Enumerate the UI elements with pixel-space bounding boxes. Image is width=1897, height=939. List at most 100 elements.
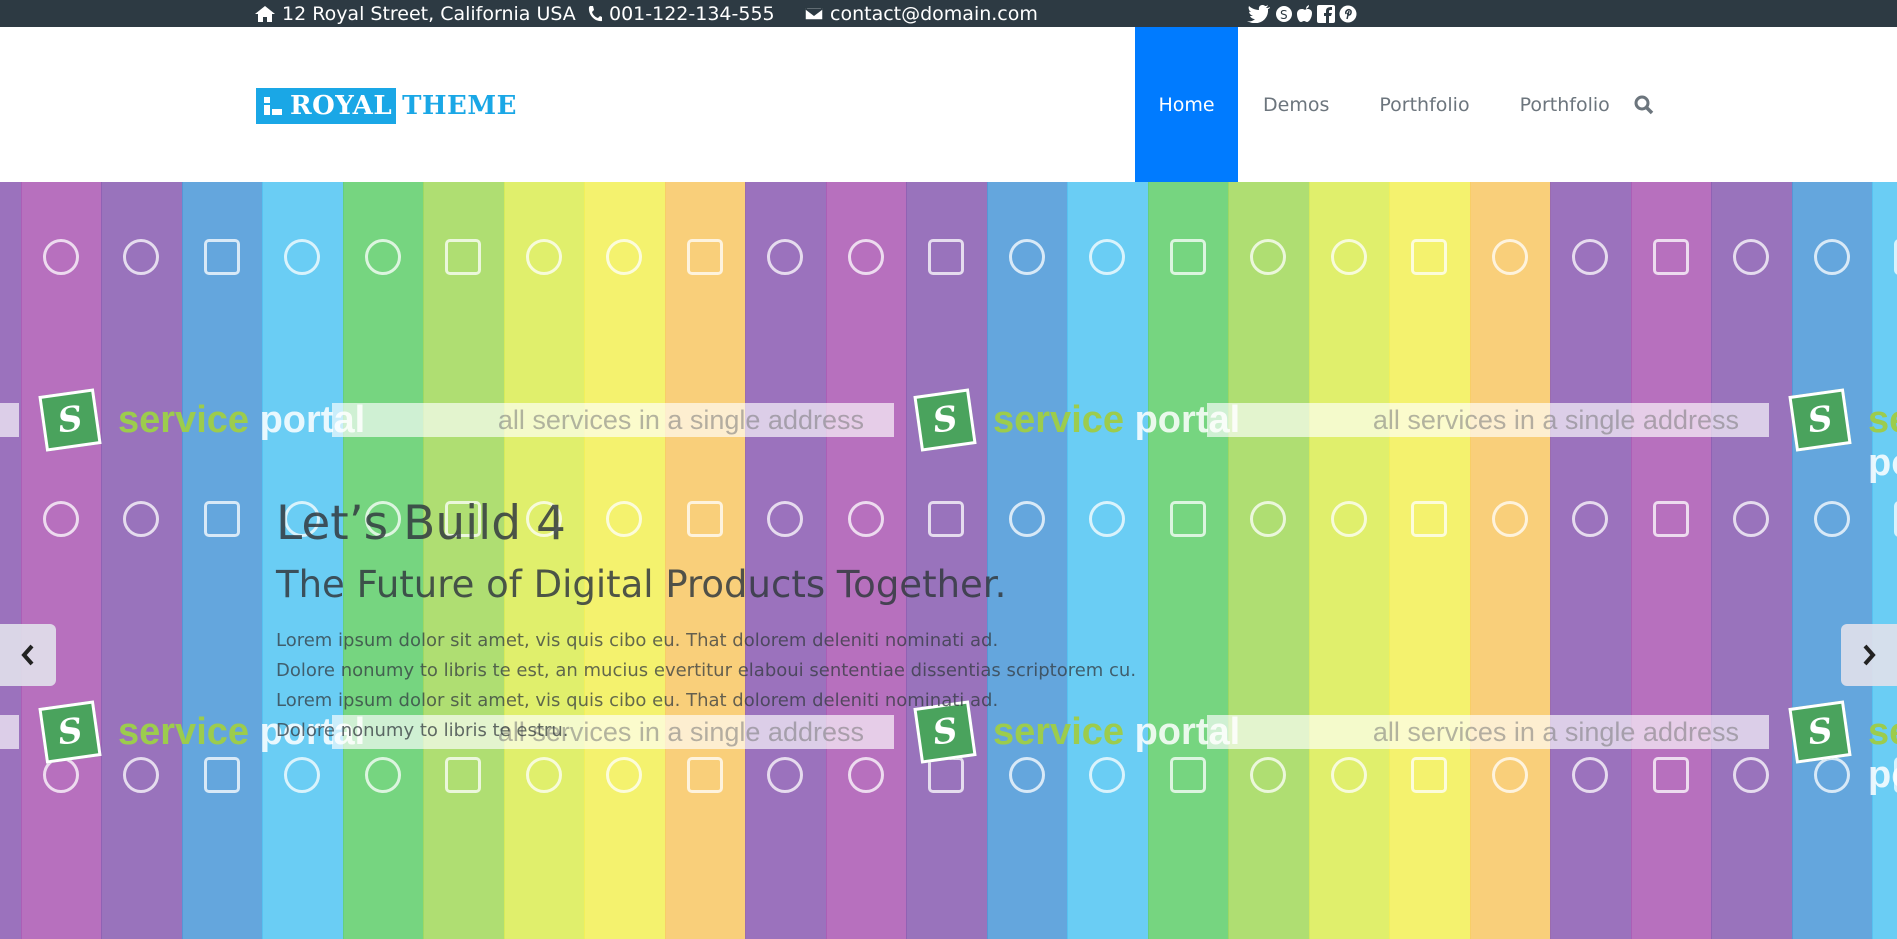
service-icon: [203, 239, 240, 275]
logo-badge: ROYAL: [256, 88, 397, 124]
logo-text-theme: THEME: [402, 91, 517, 121]
top-contact-bar: 12 Royal Street, California USA 001-122-…: [0, 0, 1897, 27]
banner-stripe: [1791, 182, 1873, 939]
service-icon: [1330, 501, 1367, 537]
service-icon: [1250, 501, 1286, 537]
hero-title: Let’s Build 4: [276, 496, 566, 551]
hero-subtitle: The Future of Digital Products Together.: [276, 563, 1007, 607]
social-links: S: [1247, 0, 1357, 27]
nav-home[interactable]: Home: [1135, 27, 1238, 182]
service-icon: [847, 239, 884, 275]
service-icon: [123, 239, 159, 275]
service-icon: [686, 239, 723, 275]
slider-prev-button[interactable]: [0, 624, 56, 686]
banner-stripe: [1389, 182, 1471, 939]
service-icon: [1491, 501, 1528, 537]
banner-stripe: [1872, 182, 1897, 939]
service-portal-wordmark: service portal: [118, 399, 366, 441]
banner-stripe: [1630, 182, 1712, 939]
banner-stripe: [181, 182, 263, 939]
service-icon: [203, 501, 240, 537]
search-button[interactable]: [1628, 27, 1654, 182]
service-icon: [928, 239, 964, 275]
service-portal-tagline: all services in a single address: [0, 403, 19, 437]
twitter-icon[interactable]: [1247, 4, 1271, 23]
service-icon: [1733, 239, 1769, 275]
hero-description-line: Lorem ipsum dolor sit amet, vis quis cib…: [276, 629, 999, 651]
email-info[interactable]: contact@domain.com: [804, 0, 1038, 27]
service-icon: [42, 239, 79, 275]
service-portal-wordmark: service portal: [1868, 399, 1897, 484]
service-icon: [1813, 239, 1850, 275]
nav-demos[interactable]: Demos: [1238, 27, 1354, 182]
service-icon: [445, 239, 481, 275]
hero-description-line: Lorem ipsum dolor sit amet, vis quis cib…: [276, 689, 999, 711]
service-icon: [1491, 239, 1528, 275]
logo-text-royal: ROYAL: [290, 91, 393, 121]
email-text: contact@domain.com: [830, 2, 1038, 25]
site-logo[interactable]: ROYAL THEME: [256, 88, 517, 124]
banner-stripe: [1228, 182, 1310, 939]
service-icon: [1813, 501, 1850, 537]
skype-icon[interactable]: S: [1275, 5, 1293, 23]
home-icon: [255, 5, 275, 22]
service-icon: [1411, 239, 1447, 275]
banner-stripe: [1469, 182, 1551, 939]
service-icon: [1652, 239, 1689, 275]
service-icon: [1733, 501, 1769, 537]
service-icon: [1572, 501, 1608, 537]
phone-icon: [588, 5, 602, 21]
banner-brand-band: Sservice portal all services in a single …: [0, 385, 1897, 484]
service-icon: [42, 501, 79, 537]
service-portal-wordmark: service portal: [993, 399, 1241, 441]
service-icon: [1008, 239, 1045, 275]
banner-stripe: [1550, 182, 1632, 939]
service-icon: [1169, 239, 1206, 275]
apple-icon[interactable]: [1297, 4, 1313, 23]
service-icon: [1652, 501, 1689, 537]
facebook-icon[interactable]: [1317, 4, 1335, 23]
site-header: ROYAL THEME Home Demos Porthfolio Porthf…: [0, 27, 1897, 182]
hero-description-line: Dolore nonumy to libris te estru.: [276, 719, 569, 741]
service-portal-wordmark: service portal: [1868, 711, 1897, 796]
service-icon: [1089, 239, 1125, 275]
banner-stripe: [1308, 182, 1390, 939]
phone-info[interactable]: 001-122-134-555: [587, 0, 775, 27]
nav-portfolio-2[interactable]: Porthfolio: [1495, 27, 1628, 182]
chevron-left-icon: [21, 644, 34, 666]
service-portal-tagline: all services in a single address: [1207, 403, 1769, 437]
hero-description-line: Dolore nonumy to libris te est, an muciu…: [276, 659, 1137, 681]
envelope-icon: [804, 6, 824, 21]
hero-slider: Sservice portal all services in a single …: [0, 182, 1897, 939]
pinterest-icon[interactable]: [1339, 5, 1357, 23]
service-portal-tagline: all services in a single address: [0, 715, 19, 749]
nav-portfolio-1[interactable]: Porthfolio: [1354, 27, 1494, 182]
service-icon: [1411, 501, 1447, 537]
service-portal-tagline: all services in a single address: [332, 403, 894, 437]
banner-stripe: [101, 182, 183, 939]
address-text: 12 Royal Street, California USA: [282, 2, 576, 25]
search-icon: [1634, 95, 1654, 114]
service-portal-logo: S: [913, 388, 977, 452]
service-icon: [1330, 239, 1367, 275]
slider-next-button[interactable]: [1841, 624, 1897, 686]
hero-caption: Let’s Build 4 The Future of Digital Prod…: [276, 496, 1136, 746]
service-icon: [364, 239, 401, 275]
banner-icon-row: [0, 232, 1897, 282]
hero-description: Lorem ipsum dolor sit amet, vis quis cib…: [276, 626, 1136, 746]
service-portal-logo: S: [38, 388, 102, 452]
address-info: 12 Royal Street, California USA: [254, 0, 576, 27]
service-icon: [1169, 501, 1206, 537]
banner-stripe: [1147, 182, 1229, 939]
service-portal-logo: S: [38, 700, 102, 764]
service-icon: [1250, 239, 1286, 275]
service-icon: [525, 239, 562, 275]
main-nav: Home Demos Porthfolio Porthfolio: [1135, 27, 1654, 182]
banner-stripe: [1711, 182, 1793, 939]
service-icon: [284, 239, 320, 275]
phone-text: 001-122-134-555: [609, 2, 775, 25]
service-portal-logo: S: [1788, 700, 1852, 764]
service-icon: [123, 501, 159, 537]
chevron-right-icon: [1863, 644, 1876, 666]
logo-mark-icon: [264, 97, 282, 115]
